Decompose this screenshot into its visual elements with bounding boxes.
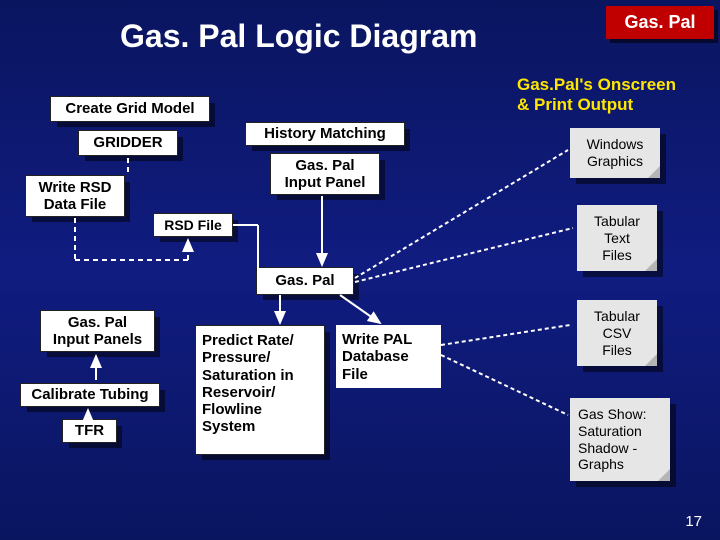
box-calibrate: Calibrate Tubing (20, 383, 160, 407)
note-windows-graphics: Windows Graphics (570, 128, 660, 178)
note-text: Tabular Text Files (594, 213, 640, 263)
box-input-panels: Gas. Pal Input Panels (40, 310, 155, 352)
box-gaspal: Gas. Pal (256, 267, 354, 295)
box-predict: Predict Rate/ Pressure/ Saturation in Re… (195, 325, 325, 455)
box-write-rsd: Write RSD Data File (25, 175, 125, 217)
box-input-panel: Gas. Pal Input Panel (270, 153, 380, 195)
note-tabular-text: Tabular Text Files (577, 205, 657, 271)
note-tabular-csv: Tabular CSV Files (577, 300, 657, 366)
box-write-pal: Write PAL Database File (336, 325, 441, 388)
box-create-grid: Create Grid Model (50, 96, 210, 122)
box-history-matching: History Matching (245, 122, 405, 146)
note-text: Gas Show: Saturation Shadow - Graphs (578, 406, 646, 472)
box-gridder: GRIDDER (78, 130, 178, 156)
note-text: Windows Graphics (587, 136, 644, 169)
note-gas-show: Gas Show: Saturation Shadow - Graphs (570, 398, 670, 481)
output-heading: Gas.Pal's Onscreen & Print Output (517, 75, 717, 114)
box-tfr: TFR (62, 419, 117, 443)
slide-title: Gas. Pal Logic Diagram (120, 18, 477, 55)
slide-number: 17 (685, 513, 702, 530)
note-text: Tabular CSV Files (594, 308, 640, 358)
brand-badge: Gas. Pal (606, 6, 714, 39)
box-rsd-file: RSD File (153, 213, 233, 237)
